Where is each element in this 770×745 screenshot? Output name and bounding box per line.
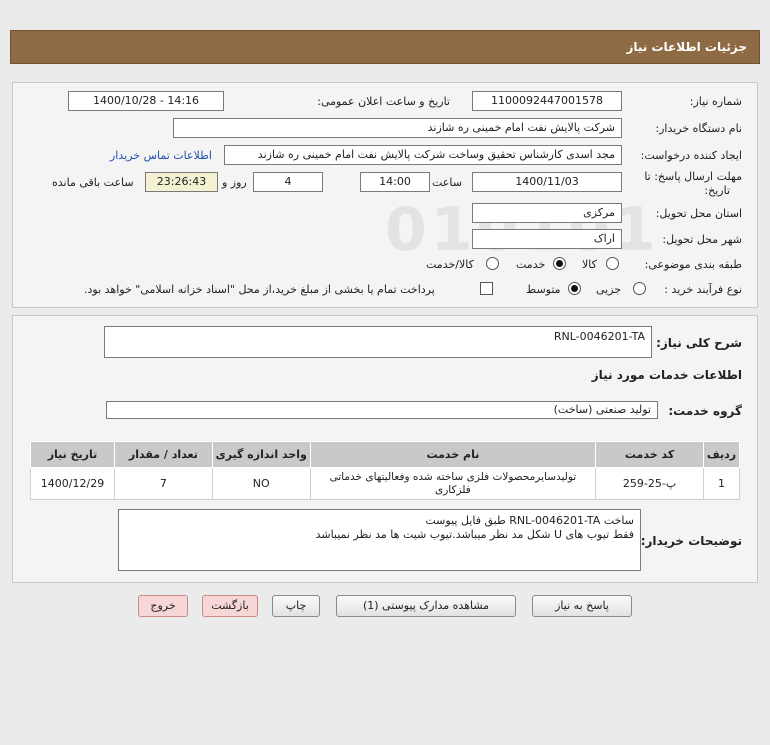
days-field: 4 [253, 172, 323, 192]
creator-field: مجد اسدی کارشناس تحقیق وساخت شرکت پالایش… [224, 145, 622, 165]
process-radio-medium[interactable] [568, 282, 581, 295]
deadline-time-label: ساعت [432, 176, 462, 189]
summary-value: RNL-0046201-TA [553, 330, 645, 343]
buyer-org-label: نام دستگاه خریدار: [655, 122, 742, 135]
cell-service-code: پ-25-259 [595, 467, 705, 500]
services-section-title: اطلاعات خدمات مورد نیاز [591, 368, 742, 382]
category-radio-goods-service[interactable] [486, 257, 499, 270]
cell-need-date: 1400/12/29 [30, 467, 115, 500]
announce-label: تاریخ و ساعت اعلان عمومی: [317, 95, 450, 108]
reply-button[interactable]: پاسخ به نیاز [532, 595, 632, 617]
table-row: 1 پ-25-259 تولیدسایرمحصولات فلزی ساخته ش… [30, 467, 740, 500]
buyer-notes-line-2: فقط تیوب های U شکل مد نظر میباشد.تیوب شی… [315, 528, 634, 541]
treasury-payment-checkbox[interactable] [480, 282, 493, 295]
buyer-org-field: شرکت پالایش نفت امام خمینی ره شازند [173, 118, 622, 138]
creator-label: ایجاد کننده درخواست: [640, 149, 742, 162]
service-group-field: تولید صنعتی (ساخت) [106, 401, 658, 419]
col-service-name: نام خدمت [309, 441, 597, 468]
services-table: ردیف کد خدمت نام خدمت واحد اندازه گیری ت… [30, 441, 740, 500]
table-header-row: ردیف کد خدمت نام خدمت واحد اندازه گیری ت… [30, 441, 740, 468]
category-option-goods-service: کالا/خدمت [426, 258, 474, 271]
buyer-contact-link[interactable]: اطلاعات تماس خریدار [110, 149, 212, 162]
category-radio-goods[interactable] [606, 257, 619, 270]
treasury-payment-note: پرداخت تمام یا بخشی از مبلغ خرید،از محل … [84, 283, 435, 296]
summary-field: RNL-0046201-TA [104, 326, 652, 358]
back-button[interactable]: بازگشت [202, 595, 258, 617]
buyer-notes-field: ساخت RNL-0046201-TA طبق فایل پیوست فقط ت… [118, 509, 641, 571]
category-radio-service[interactable] [553, 257, 566, 270]
remaining-time-field: 23:26:43 [145, 172, 218, 192]
print-button[interactable]: چاپ [272, 595, 320, 617]
cell-row-number: 1 [703, 467, 740, 500]
col-need-date: تاریخ نیاز [30, 441, 115, 468]
deadline-date-label: تاریخ: [704, 184, 730, 197]
process-option-medium: متوسط [526, 283, 561, 296]
process-option-minor: جزیی [596, 283, 622, 296]
category-option-goods: کالا [582, 258, 597, 271]
province-field: مرکزی [472, 203, 622, 223]
deadline-time-field: 14:00 [360, 172, 430, 192]
deadline-date-field: 1400/11/03 [472, 172, 622, 192]
cell-service-name: تولیدسایرمحصولات فلزی ساخته شده وفعالیته… [309, 467, 597, 500]
need-number-field: 1100092447001578 [472, 91, 622, 111]
page-header: جزئیات اطلاعات نیاز [10, 30, 760, 64]
buyer-notes-label: توضیحات خریدار: [640, 534, 742, 548]
col-service-code: کد خدمت [595, 441, 705, 468]
cell-unit: NO [211, 467, 311, 500]
city-label: شهر محل تحویل: [662, 233, 742, 246]
remaining-time-label: ساعت باقی مانده [52, 176, 134, 189]
service-group-label: گروه خدمت: [668, 404, 742, 418]
page-title: جزئیات اطلاعات نیاز [626, 40, 747, 54]
buyer-notes-line-1: ساخت RNL-0046201-TA طبق فایل پیوست [425, 514, 634, 527]
category-option-service: خدمت [516, 258, 546, 271]
announce-field: 1400/10/28 - 14:16 [68, 91, 224, 111]
province-label: استان محل تحویل: [655, 207, 742, 220]
process-radio-minor[interactable] [633, 282, 646, 295]
view-attachments-button[interactable]: مشاهده مدارک پیوستی (1) [336, 595, 516, 617]
deadline-label: مهلت ارسال پاسخ: تا [644, 170, 742, 183]
col-quantity: تعداد / مقدار [114, 441, 213, 468]
col-row-number: ردیف [703, 441, 740, 468]
city-field: اراک [472, 229, 622, 249]
cell-quantity: 7 [114, 467, 213, 500]
days-label: روز و [222, 176, 247, 189]
process-label: نوع فرآیند خرید : [664, 283, 742, 296]
need-info-panel [12, 82, 758, 308]
exit-button[interactable]: خروج [138, 595, 188, 617]
summary-label: شرح کلی نیاز: [656, 336, 742, 350]
need-number-label: شماره نیاز: [689, 95, 742, 108]
col-unit: واحد اندازه گیری [211, 441, 311, 468]
category-label: طبقه بندی موضوعی: [644, 258, 742, 271]
